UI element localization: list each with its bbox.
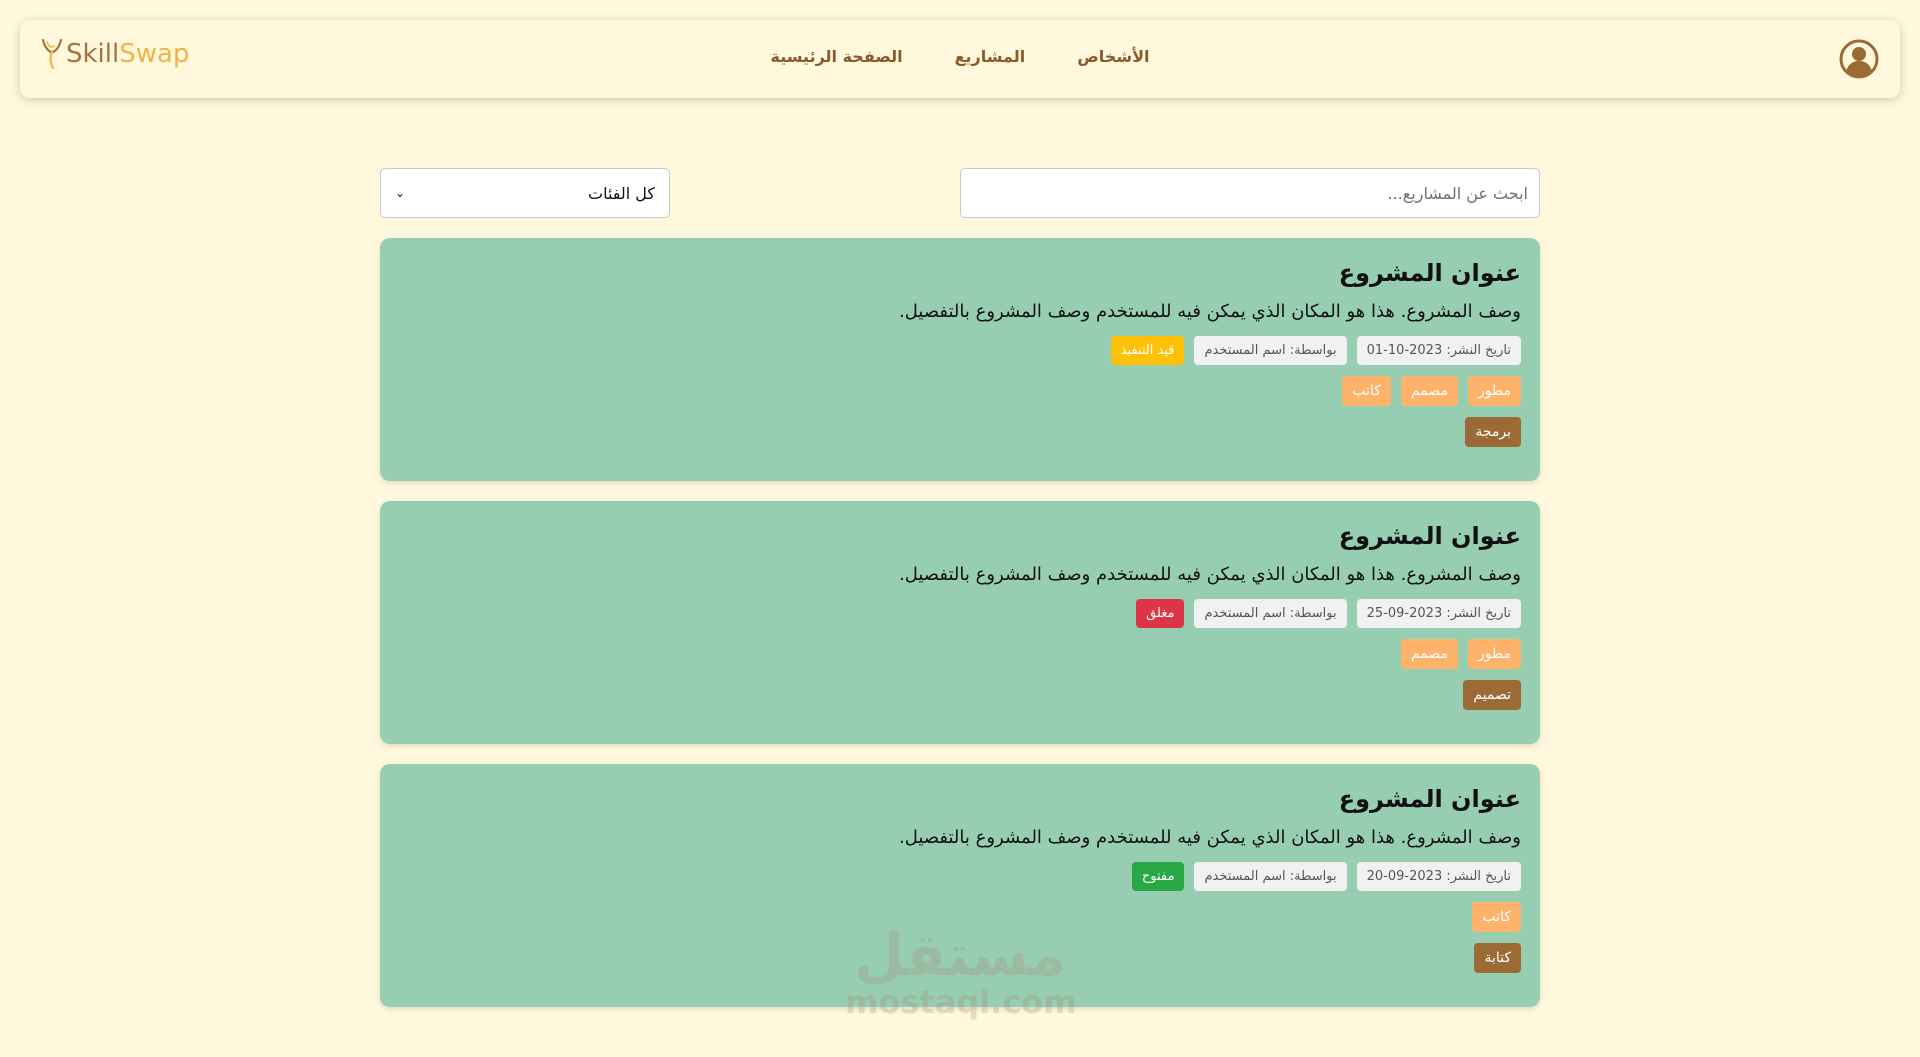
category-row: كتابة bbox=[399, 943, 1521, 973]
user-avatar-icon[interactable] bbox=[1839, 39, 1879, 79]
status-badge: مفتوح bbox=[1131, 862, 1185, 891]
project-card[interactable]: عنوان المشروع وصف المشروع. هذا هو المكان… bbox=[380, 501, 1540, 744]
project-description: وصف المشروع. هذا هو المكان الذي يمكن فيه… bbox=[898, 564, 1521, 585]
project-date: تاريخ النشر: 2023-09-25 bbox=[1356, 599, 1521, 628]
project-card[interactable]: عنوان المشروع وصف المشروع. هذا هو المكان… bbox=[380, 238, 1540, 481]
skills-row: مطور مصمم bbox=[399, 639, 1521, 669]
project-title: عنوان المشروع bbox=[1338, 785, 1521, 813]
skills-row: كاتب bbox=[399, 902, 1521, 932]
category-badge: برمجة bbox=[1465, 417, 1521, 447]
project-card[interactable]: عنوان المشروع وصف المشروع. هذا هو المكان… bbox=[380, 764, 1540, 1007]
project-title: عنوان المشروع bbox=[1338, 259, 1521, 287]
skill-tag: كاتب bbox=[1472, 902, 1521, 932]
category-badge: تصميم bbox=[1463, 680, 1521, 710]
top-navbar: SkillSwap الأشخاص المشاريع الصفحة الرئيس… bbox=[20, 20, 1900, 98]
category-badge: كتابة bbox=[1474, 943, 1521, 973]
project-author: بواسطة: اسم المستخدم bbox=[1194, 599, 1347, 628]
skill-tag: مطور bbox=[1468, 376, 1521, 406]
nav-link-home[interactable]: الصفحة الرئيسية bbox=[771, 47, 903, 66]
status-badge: قيد التنفيذ bbox=[1110, 336, 1185, 365]
project-description: وصف المشروع. هذا هو المكان الذي يمكن فيه… bbox=[898, 827, 1521, 848]
project-date: تاريخ النشر: 2023-09-20 bbox=[1356, 862, 1521, 891]
category-row: تصميم bbox=[399, 680, 1521, 710]
category-select-value: كل الفئات bbox=[588, 183, 655, 203]
nav-link-projects[interactable]: المشاريع bbox=[955, 47, 1026, 66]
skill-tag: كاتب bbox=[1342, 376, 1391, 406]
project-title: عنوان المشروع bbox=[1338, 522, 1521, 550]
project-author: بواسطة: اسم المستخدم bbox=[1194, 862, 1347, 891]
project-meta-row: تاريخ النشر: 2023-09-20 بواسطة: اسم المس… bbox=[399, 862, 1521, 891]
project-description: وصف المشروع. هذا هو المكان الذي يمكن فيه… bbox=[898, 301, 1521, 322]
nav-links: الأشخاص المشاريع الصفحة الرئيسية bbox=[20, 47, 1900, 66]
skill-tag: مصمم bbox=[1400, 376, 1459, 406]
status-badge: مغلق bbox=[1136, 599, 1185, 628]
project-search-input[interactable] bbox=[960, 168, 1540, 218]
project-meta-row: تاريخ النشر: 2023-09-25 بواسطة: اسم المس… bbox=[399, 599, 1521, 628]
chevron-down-icon: ⌄ bbox=[395, 186, 406, 200]
nav-link-people[interactable]: الأشخاص bbox=[1077, 47, 1149, 66]
skill-tag: مطور bbox=[1468, 639, 1521, 669]
skills-row: مطور مصمم كاتب bbox=[399, 376, 1521, 406]
category-select[interactable]: كل الفئات ⌄ bbox=[380, 168, 670, 218]
category-row: برمجة bbox=[399, 417, 1521, 447]
skill-tag: مصمم bbox=[1400, 639, 1459, 669]
filters-bar: كل الفئات ⌄ bbox=[0, 168, 1920, 218]
project-date: تاريخ النشر: 2023-10-01 bbox=[1356, 336, 1521, 365]
project-meta-row: تاريخ النشر: 2023-10-01 بواسطة: اسم المس… bbox=[399, 336, 1521, 365]
project-author: بواسطة: اسم المستخدم bbox=[1194, 336, 1347, 365]
